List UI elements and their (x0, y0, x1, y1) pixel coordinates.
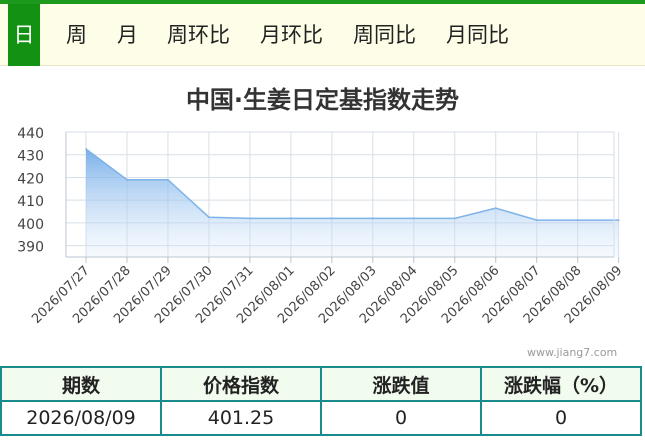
data-point (412, 217, 415, 220)
data-point (289, 217, 292, 220)
table-header-row: 期数 价格指数 涨跌值 涨跌幅（%） (0, 366, 642, 402)
data-point (166, 178, 169, 181)
y-tick-label: 420 (17, 171, 44, 187)
data-point (207, 216, 210, 219)
tab-month-year-on-year[interactable]: 月同比 (446, 4, 509, 66)
data-point (371, 217, 374, 220)
index-summary-table: 期数 价格指数 涨跌值 涨跌幅（%） 2026/08/09 401.25 0 0 (0, 366, 642, 436)
data-point (125, 178, 128, 181)
tab-week[interactable]: 周 (66, 4, 87, 66)
data-point (494, 207, 497, 210)
header-period: 期数 (0, 366, 162, 402)
data-point (617, 219, 620, 222)
tab-week-year-on-year[interactable]: 周同比 (353, 4, 416, 66)
header-change-value: 涨跌值 (320, 366, 482, 402)
chart-title: 中国·生姜日定基指数走势 (185, 86, 460, 114)
data-point (248, 217, 251, 220)
data-point (535, 219, 538, 222)
header-price-index: 价格指数 (160, 366, 322, 402)
cell-price-index: 401.25 (160, 400, 322, 436)
cell-change-percent: 0 (480, 400, 642, 436)
y-tick-label: 440 (17, 126, 44, 142)
tab-month-on-month[interactable]: 月环比 (260, 4, 323, 66)
watermark-text: www.jiang7.com (527, 346, 618, 359)
data-point (330, 217, 333, 220)
table-row: 2026/08/09 401.25 0 0 (0, 400, 642, 436)
data-point (576, 219, 579, 222)
y-tick-label: 390 (17, 240, 44, 256)
cell-change-value: 0 (320, 400, 482, 436)
y-tick-label: 410 (17, 194, 44, 210)
tab-week-on-week[interactable]: 周环比 (167, 4, 230, 66)
period-tab-bar: 日 周 月 周环比 月环比 周同比 月同比 (0, 4, 645, 66)
cell-period: 2026/08/09 (0, 400, 162, 436)
price-index-chart: 3904004104204304402026/07/272026/07/2820… (17, 126, 625, 327)
y-tick-label: 400 (17, 217, 44, 233)
series-area-fill (86, 149, 619, 257)
header-change-percent: 涨跌幅（%） (480, 366, 642, 402)
data-point (453, 217, 456, 220)
data-point (85, 148, 87, 151)
y-tick-label: 430 (17, 149, 44, 165)
tab-month[interactable]: 月 (117, 4, 138, 66)
tab-day[interactable]: 日 (8, 4, 40, 66)
